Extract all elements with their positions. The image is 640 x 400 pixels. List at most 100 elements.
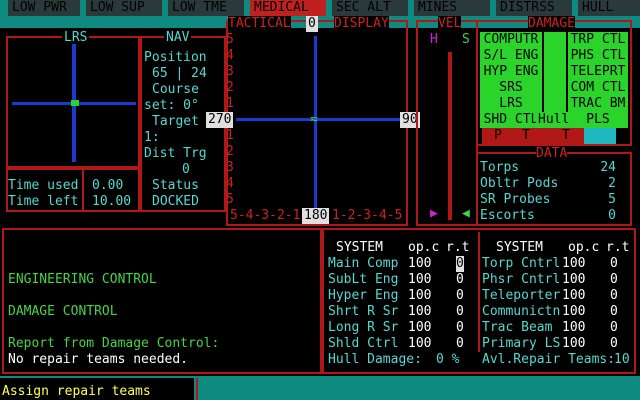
system-name: Teleporter <box>482 288 561 303</box>
system-opc: 100 <box>562 288 586 303</box>
systems-divider <box>478 232 480 352</box>
tactical-scale-tick: 1 <box>226 128 234 143</box>
tactical-scale-tick: 2 <box>226 144 234 159</box>
damage-system-right: COM CTL <box>568 80 628 96</box>
system-opc: 100 <box>562 256 586 271</box>
alert-bar: LOW PWR LOW SUP LOW TME MEDICAL SEC ALT … <box>0 0 640 31</box>
heading-0-label: 0 <box>306 16 318 32</box>
tab-hull-penetration[interactable]: HULL PN <box>578 0 640 31</box>
damage-system-left: LRS <box>480 96 542 112</box>
status-label: Status <box>152 178 199 193</box>
time-divider <box>82 168 84 212</box>
damage-system-left: SRS <box>480 80 542 96</box>
repair-teams-value: 10 <box>614 352 630 367</box>
heading-270-label: 270 <box>206 112 234 128</box>
hull-label: Hull <box>536 112 572 128</box>
tab-low-power[interactable]: LOW PWR <box>8 0 80 16</box>
teleport-button[interactable]: T <box>562 128 570 144</box>
tab-distress[interactable]: DISTRSS <box>496 0 572 16</box>
system-rt: 0 <box>456 336 464 351</box>
vel-h-label: H <box>430 32 438 47</box>
system-opc: 100 <box>408 272 432 287</box>
system-rt: 0 <box>610 272 618 287</box>
velocity-bar <box>448 52 452 220</box>
system-rt: 0 <box>610 336 618 351</box>
vel-s-label: S <box>462 32 470 47</box>
system-opc: 100 <box>408 320 432 335</box>
left-opc-header: op.c <box>408 240 440 255</box>
data-title: DATA <box>536 146 568 162</box>
tactical-scale-tick: 3 <box>226 160 234 175</box>
system-opc: 100 <box>408 256 432 271</box>
damage-system-right: PLS <box>568 112 628 128</box>
system-rt: 0 <box>456 272 464 287</box>
tactical-scale-tick: 4 <box>226 176 234 191</box>
system-rt: 0 <box>610 256 618 271</box>
hyper-pointer-icon: ▶ <box>430 206 438 221</box>
tactical-scale-tick: 2 <box>226 80 234 95</box>
probe-button[interactable]: P <box>494 128 502 144</box>
system-opc: 100 <box>562 320 586 335</box>
engineering-control-msg: ENGINEERING CONTROL <box>8 272 157 287</box>
tab-security-alert[interactable]: SEC ALT <box>332 0 408 16</box>
system-name: Phsr Cntrl <box>482 272 561 287</box>
system-name: Primary LS <box>482 336 561 351</box>
damage-system-left: S/L ENG <box>480 48 542 64</box>
vel-title: VEL <box>438 16 462 32</box>
target-label: Target <box>152 114 199 129</box>
repair-teams-label: Avl.Repair Teams: <box>482 352 616 367</box>
damage-system-left: HYP ENG <box>480 64 542 80</box>
system-name: Long R Sr <box>328 320 399 335</box>
left-rt-header: r.t <box>446 240 470 255</box>
system-opc: 100 <box>562 272 586 287</box>
tactical-bottom-scale-left: 5-4-3-2-1 <box>230 208 301 223</box>
data-row-value: 24 <box>600 160 616 175</box>
system-rt: 0 <box>610 320 618 335</box>
status-value: DOCKED <box>152 194 199 209</box>
report-label: Report from Damage Control: <box>8 336 220 351</box>
time-used-label: Time used <box>8 178 79 193</box>
system-opc: 100 <box>408 288 432 303</box>
sublight-pointer-icon: ◀ <box>462 206 470 221</box>
torpedo-button[interactable]: T <box>522 128 530 144</box>
system-name: Communictn <box>482 304 561 319</box>
position-value: 65 | 24 <box>152 66 207 81</box>
system-name: Hyper Eng <box>328 288 399 303</box>
nav-title: NAV <box>164 30 192 46</box>
tab-mines[interactable]: MINES <box>414 0 490 16</box>
hull-damage-value: 0 % <box>436 352 460 367</box>
damage-system-right: TRAC BM <box>568 96 628 112</box>
system-name: Trac Beam <box>482 320 553 335</box>
position-label: Position <box>144 50 207 65</box>
ship-icon: ≈ <box>310 112 318 127</box>
tab-medical[interactable]: MEDICAL <box>250 0 326 16</box>
data-row-value: 2 <box>608 176 616 191</box>
data-row-label: Escorts <box>480 208 535 223</box>
system-opc: 100 <box>562 304 586 319</box>
repair-time-input[interactable]: 0 <box>456 256 464 272</box>
damage-system-right: PHS CTL <box>568 48 628 64</box>
tab-low-time[interactable]: LOW TME <box>168 0 244 16</box>
time-left-label: Time left <box>8 194 79 209</box>
damage-control-msg: DAMAGE CONTROL <box>8 304 118 319</box>
damage-system-left: SHD CTL <box>480 112 542 128</box>
report-text: No repair teams needed. <box>8 352 189 367</box>
damage-title: DAMAGE <box>528 16 575 32</box>
course-label: Course <box>152 82 199 97</box>
command-divider <box>196 378 198 400</box>
left-system-header: SYSTEM <box>336 240 383 255</box>
data-row-label: Torps <box>480 160 520 175</box>
system-name: Torp Cntrl <box>482 256 561 271</box>
system-rt: 0 <box>610 288 618 303</box>
velocity-panel <box>416 20 478 226</box>
tab-low-support[interactable]: LOW SUP <box>86 0 162 16</box>
system-opc: 100 <box>408 304 432 319</box>
time-used-value: 0.00 <box>92 178 124 193</box>
tactical-scale-tick: 5 <box>226 192 234 207</box>
system-rt: 0 <box>456 288 464 303</box>
heading-180-label: 180 <box>302 208 330 224</box>
system-opc: 100 <box>408 336 432 351</box>
right-opc-header: op.c <box>568 240 600 255</box>
tactical-crosshair-h <box>236 118 400 121</box>
system-name: Shrt R Sr <box>328 304 399 319</box>
